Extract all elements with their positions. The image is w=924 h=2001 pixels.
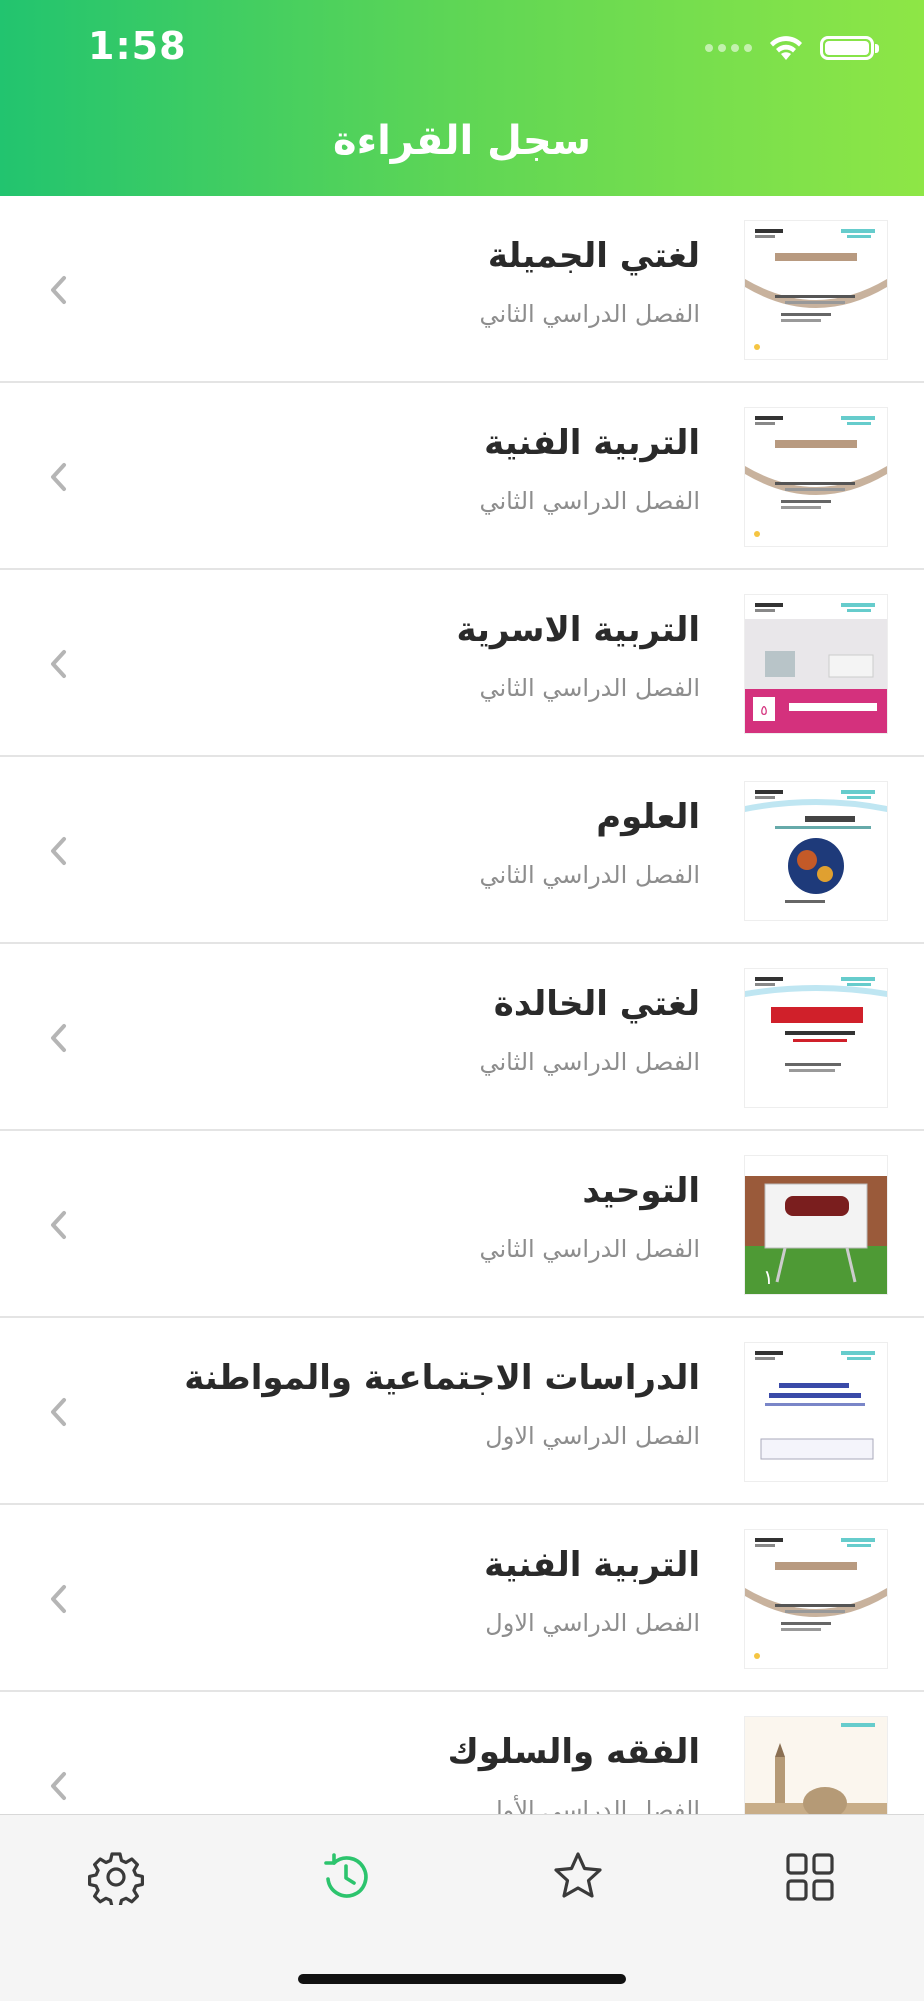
book-title: التربية الفنية [484,423,700,463]
book-title: التربية الاسرية [456,610,701,650]
book-semester: الفصل الدراسي الثاني [479,861,700,889]
history-icon[interactable] [318,1849,374,1905]
chevron-left-icon [44,1766,74,1806]
book-cover-thumbnail [744,968,888,1108]
book-cover-thumbnail: ١ [744,1155,888,1295]
book-list-item[interactable]: العلوم الفصل الدراسي الثاني [0,757,924,944]
book-list-item[interactable]: التربية الفنية الفصل الدراسي الثاني [0,383,924,570]
book-list-item[interactable]: ٥ التربية الاسرية الفصل الدراسي الثاني [0,570,924,757]
book-semester: الفصل الدراسي الثاني [479,1235,700,1263]
book-cover-thumbnail [744,1716,888,1814]
book-title: لغتي الجميلة [487,236,700,276]
wifi-icon [770,36,802,60]
book-semester: الفصل الدراسي الثاني [479,1048,700,1076]
book-list-item[interactable]: لغتي الجميلة الفصل الدراسي الثاني [0,196,924,383]
book-title: التربية الفنية [484,1545,700,1585]
chevron-left-icon [44,270,74,310]
status-time: 1:58 [88,24,187,68]
status-icons [705,34,879,62]
book-list-item[interactable]: الدراسات الاجتماعية والمواطنة الفصل الدرا… [0,1318,924,1505]
chevron-left-icon [44,831,74,871]
book-title: لغتي الخالدة [493,984,700,1024]
tab-bar [0,1814,924,2001]
book-title: العلوم [596,797,700,837]
app-header: 1:58 سجل القراءة [0,0,924,196]
chevron-left-icon [44,1205,74,1245]
battery-icon [820,36,879,60]
book-semester: الفصل الدراسي الأول [485,1796,700,1814]
book-semester: الفصل الدراسي الاول [485,1609,700,1637]
book-cover-thumbnail [744,781,888,921]
signal-icon [705,44,752,52]
star-icon[interactable] [550,1849,606,1905]
chevron-left-icon [44,644,74,684]
chevron-left-icon [44,1018,74,1058]
book-cover-thumbnail [744,407,888,547]
book-list-item[interactable]: ١ التوحيد الفصل الدراسي الثاني [0,1131,924,1318]
book-list-item[interactable]: الفقه والسلوك الفصل الدراسي الأول [0,1692,924,1814]
book-cover-thumbnail [744,220,888,360]
page-title: سجل القراءة [333,118,591,164]
book-list-item[interactable]: التربية الفنية الفصل الدراسي الاول [0,1505,924,1692]
book-cover-thumbnail [744,1529,888,1669]
book-title: التوحيد [582,1171,700,1211]
chevron-left-icon [44,1392,74,1432]
book-semester: الفصل الدراسي الاول [485,1422,700,1450]
reading-history-list: لغتي الجميلة الفصل الدراسي الثاني التربية … [0,196,924,1814]
home-indicator [298,1974,626,1984]
book-cover-thumbnail: ٥ [744,594,888,734]
book-title: الفقه والسلوك [447,1732,700,1772]
book-list-item[interactable]: لغتي الخالدة الفصل الدراسي الثاني [0,944,924,1131]
chevron-left-icon [44,457,74,497]
book-cover-thumbnail [744,1342,888,1482]
book-semester: الفصل الدراسي الثاني [479,300,700,328]
grid-icon[interactable] [782,1849,838,1905]
svg-text:٥: ٥ [760,703,768,719]
svg-text:١: ١ [763,1265,774,1289]
book-semester: الفصل الدراسي الثاني [479,674,700,702]
gear-icon[interactable] [88,1849,144,1905]
chevron-left-icon [44,1579,74,1619]
book-semester: الفصل الدراسي الثاني [479,487,700,515]
book-title: الدراسات الاجتماعية والمواطنة [184,1358,700,1398]
